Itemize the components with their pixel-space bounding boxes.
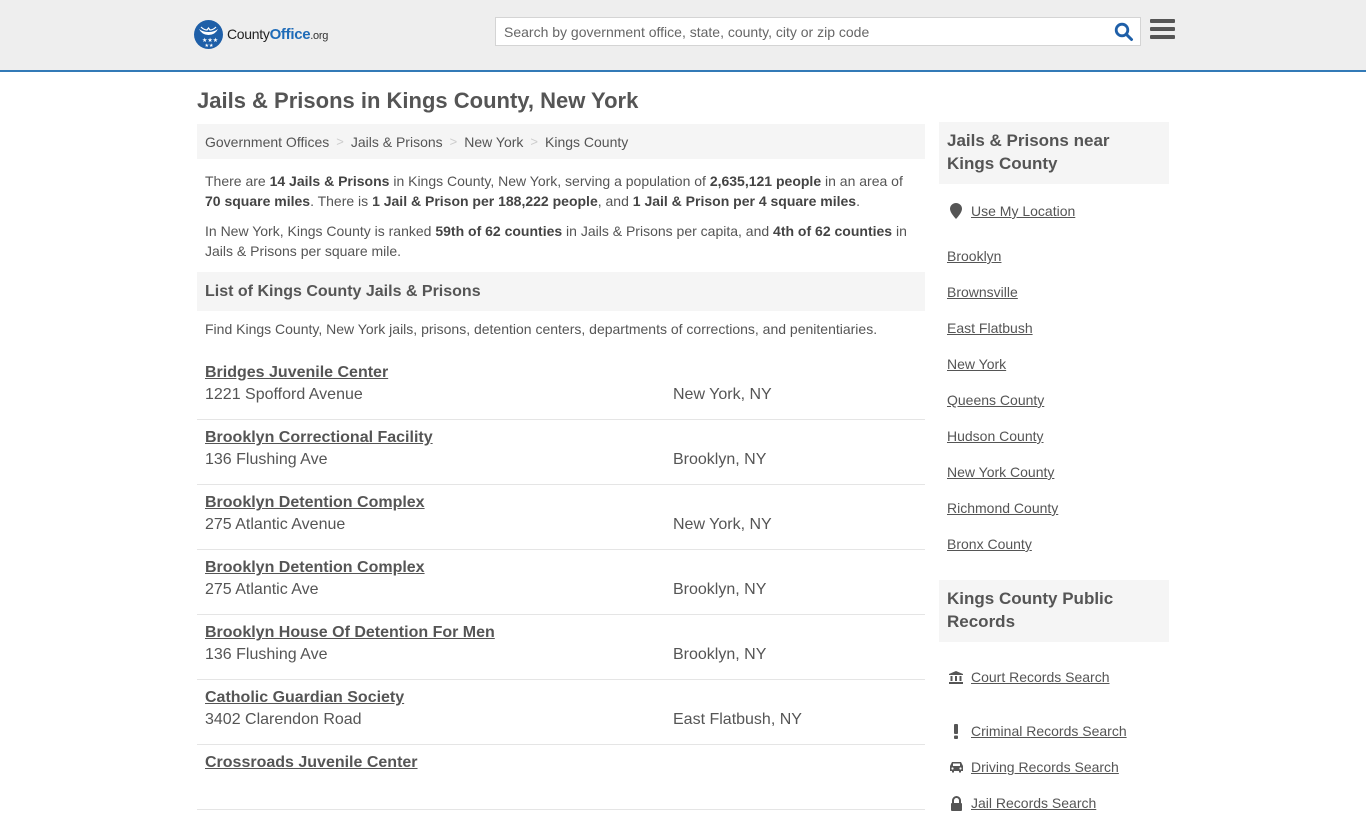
- sidebar: Jails & Prisons near Kings County Use My…: [939, 122, 1169, 821]
- list-heading: List of Kings County Jails & Prisons: [197, 272, 925, 311]
- facility-row: Brooklyn Correctional Facility 136 Flush…: [197, 420, 925, 485]
- facility-address: 3402 Clarendon Road: [205, 711, 362, 728]
- nearby-link-bronx-county[interactable]: Bronx County: [947, 526, 1161, 562]
- breadcrumb-new-york[interactable]: New York: [464, 134, 523, 150]
- intro-summary: There are 14 Jails & Prisons in Kings Co…: [205, 173, 903, 209]
- breadcrumb-separator: >: [336, 134, 344, 149]
- use-my-location-label: Use My Location: [971, 203, 1076, 219]
- site-header: ★★★ ★★ CountyOffice.org: [0, 0, 1366, 72]
- search-icon[interactable]: [1114, 22, 1134, 42]
- nearby-link-queens-county[interactable]: Queens County: [947, 382, 1161, 418]
- intro-ranking: In New York, Kings County is ranked 59th…: [205, 223, 907, 259]
- facility-row: Brooklyn Detention Complex 275 Atlantic …: [197, 550, 925, 615]
- breadcrumb: Government Offices > Jails & Prisons > N…: [197, 124, 925, 159]
- car-icon: [947, 761, 965, 773]
- nearby-list: Use My Location Brooklyn Brownsville Eas…: [939, 184, 1169, 562]
- nearby-panel: Jails & Prisons near Kings County Use My…: [939, 122, 1169, 562]
- facility-name-link[interactable]: Brooklyn House Of Detention For Men: [205, 622, 495, 644]
- breadcrumb-jails-prisons[interactable]: Jails & Prisons: [351, 134, 443, 150]
- facility-row: Brooklyn House Of Detention For Men 136 …: [197, 615, 925, 680]
- facility-name-link[interactable]: Crossroads Juvenile Center: [205, 752, 418, 774]
- public-records-heading: Kings County Public Records: [939, 580, 1169, 642]
- nearby-link-brownsville[interactable]: Brownsville: [947, 274, 1161, 310]
- facility-address: 275 Atlantic Ave: [205, 581, 319, 598]
- facility-row: Bridges Juvenile Center 1221 Spofford Av…: [197, 355, 925, 420]
- facility-name-link[interactable]: Brooklyn Detention Complex: [205, 492, 425, 514]
- facility-city: Brooklyn, NY: [673, 646, 767, 663]
- breadcrumb-separator: >: [530, 134, 538, 149]
- facility-list: Bridges Juvenile Center 1221 Spofford Av…: [197, 355, 925, 810]
- main-content: Government Offices > Jails & Prisons > N…: [197, 124, 925, 810]
- hamburger-menu-icon[interactable]: [1150, 19, 1175, 41]
- nearby-heading: Jails & Prisons near Kings County: [939, 122, 1169, 184]
- site-logo[interactable]: ★★★ ★★ CountyOffice.org: [194, 20, 328, 49]
- breadcrumb-kings-county[interactable]: Kings County: [545, 134, 628, 150]
- list-description: Find Kings County, New York jails, priso…: [205, 321, 878, 337]
- public-records-list: Court Records Search Criminal Records Se…: [939, 642, 1169, 821]
- svg-text:★★: ★★: [205, 43, 214, 49]
- page-title: Jails & Prisons in Kings County, New Yor…: [197, 88, 639, 113]
- facility-address: 136 Flushing Ave: [205, 451, 328, 468]
- facility-name-link[interactable]: Brooklyn Detention Complex: [205, 557, 425, 579]
- map-marker-icon: [947, 203, 965, 219]
- driving-records-link[interactable]: Driving Records Search: [947, 749, 1161, 785]
- court-records-label: Court Records Search: [971, 669, 1110, 685]
- facility-row: Crossroads Juvenile Center: [197, 745, 925, 810]
- use-my-location-link[interactable]: Use My Location: [947, 202, 1161, 220]
- driving-records-label: Driving Records Search: [971, 759, 1119, 775]
- facility-row: Catholic Guardian Society 3402 Clarendon…: [197, 680, 925, 745]
- public-records-panel: Kings County Public Records Court Record…: [939, 580, 1169, 821]
- facility-address: 1221 Spofford Avenue: [205, 386, 363, 403]
- nearby-link-new-york[interactable]: New York: [947, 346, 1161, 382]
- search-bar: [495, 17, 1141, 46]
- nearby-link-hudson-county[interactable]: Hudson County: [947, 418, 1161, 454]
- eagle-logo-icon: ★★★ ★★: [194, 20, 223, 49]
- jail-records-label: Jail Records Search: [971, 795, 1097, 811]
- search-input[interactable]: [496, 18, 1096, 45]
- courthouse-icon: [947, 670, 965, 684]
- jail-records-link[interactable]: Jail Records Search: [947, 785, 1161, 821]
- facility-address: 136 Flushing Ave: [205, 646, 328, 663]
- criminal-records-link[interactable]: Criminal Records Search: [947, 713, 1161, 749]
- nearby-link-richmond-county[interactable]: Richmond County: [947, 490, 1161, 526]
- facility-city: Brooklyn, NY: [673, 451, 767, 468]
- exclamation-icon: [947, 723, 965, 739]
- facility-name-link[interactable]: Brooklyn Correctional Facility: [205, 427, 433, 449]
- facility-city: New York, NY: [673, 516, 772, 533]
- lock-icon: [947, 795, 965, 811]
- criminal-records-label: Criminal Records Search: [971, 723, 1127, 739]
- facility-name-link[interactable]: Catholic Guardian Society: [205, 687, 404, 709]
- nearby-link-brooklyn[interactable]: Brooklyn: [947, 238, 1161, 274]
- facility-city: New York, NY: [673, 386, 772, 403]
- facility-row: Brooklyn Detention Complex 275 Atlantic …: [197, 485, 925, 550]
- facility-address: 275 Atlantic Avenue: [205, 516, 346, 533]
- facility-city: East Flatbush, NY: [673, 711, 802, 728]
- intro-text: There are 14 Jails & Prisons in Kings Co…: [197, 159, 925, 261]
- breadcrumb-separator: >: [449, 134, 458, 149]
- facility-city: Brooklyn, NY: [673, 581, 767, 598]
- facility-name-link[interactable]: Bridges Juvenile Center: [205, 362, 388, 384]
- breadcrumb-government-offices[interactable]: Government Offices: [205, 134, 329, 150]
- nearby-link-new-york-county[interactable]: New York County: [947, 454, 1161, 490]
- court-records-link[interactable]: Court Records Search: [947, 659, 1161, 695]
- logo-wordmark: CountyOffice.org: [227, 26, 329, 43]
- nearby-link-east-flatbush[interactable]: East Flatbush: [947, 310, 1161, 346]
